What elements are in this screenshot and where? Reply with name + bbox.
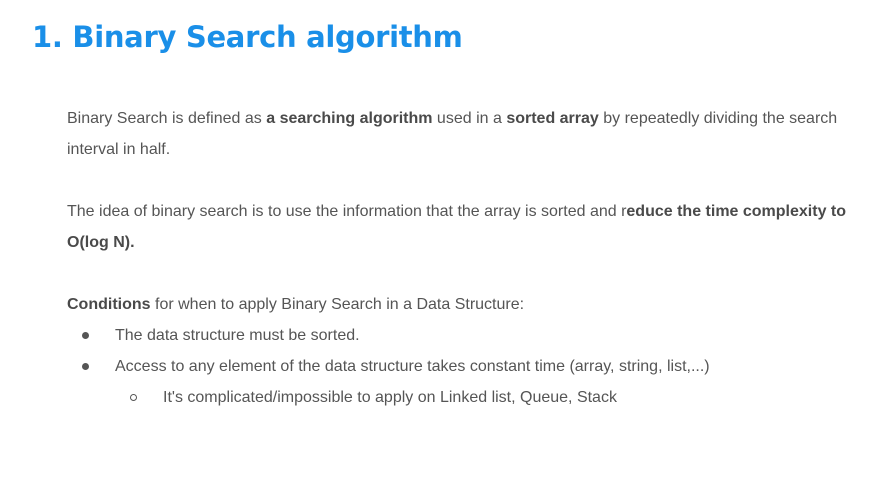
bullet-circle-icon (130, 394, 137, 401)
definition-paragraph: Binary Search is defined as a searching … (67, 103, 867, 165)
conditions-heading: Conditions for when to apply Binary Sear… (67, 289, 867, 320)
list-item: Access to any element of the data struct… (67, 351, 867, 413)
article-body: Binary Search is defined as a searching … (67, 103, 867, 413)
bullet-dot-icon (82, 332, 89, 339)
list-item-text: The data structure must be sorted. (115, 327, 360, 344)
bullet-dot-icon (82, 363, 89, 370)
conditions-list: The data structure must be sorted. Acces… (67, 320, 867, 413)
definition-text-2: used in a (432, 110, 507, 127)
definition-text-1: Binary Search is defined as (67, 110, 267, 127)
conditions-label: Conditions (67, 296, 151, 313)
idea-paragraph: The idea of binary search is to use the … (67, 196, 867, 258)
page-title: 1. Binary Search algorithm (32, 20, 463, 54)
idea-text: The idea of binary search is to use the … (67, 203, 627, 220)
sub-list-item: It's complicated/impossible to apply on … (115, 382, 867, 413)
sub-list: It's complicated/impossible to apply on … (115, 382, 867, 413)
definition-bold-searching-algorithm: a searching algorithm (266, 110, 433, 127)
list-item-text: Access to any element of the data struct… (115, 358, 710, 375)
sub-list-item-text: It's complicated/impossible to apply on … (163, 389, 617, 406)
list-item: The data structure must be sorted. (67, 320, 867, 351)
definition-bold-sorted-array: sorted array (506, 110, 599, 127)
conditions-text: for when to apply Binary Search in a Dat… (150, 296, 525, 313)
